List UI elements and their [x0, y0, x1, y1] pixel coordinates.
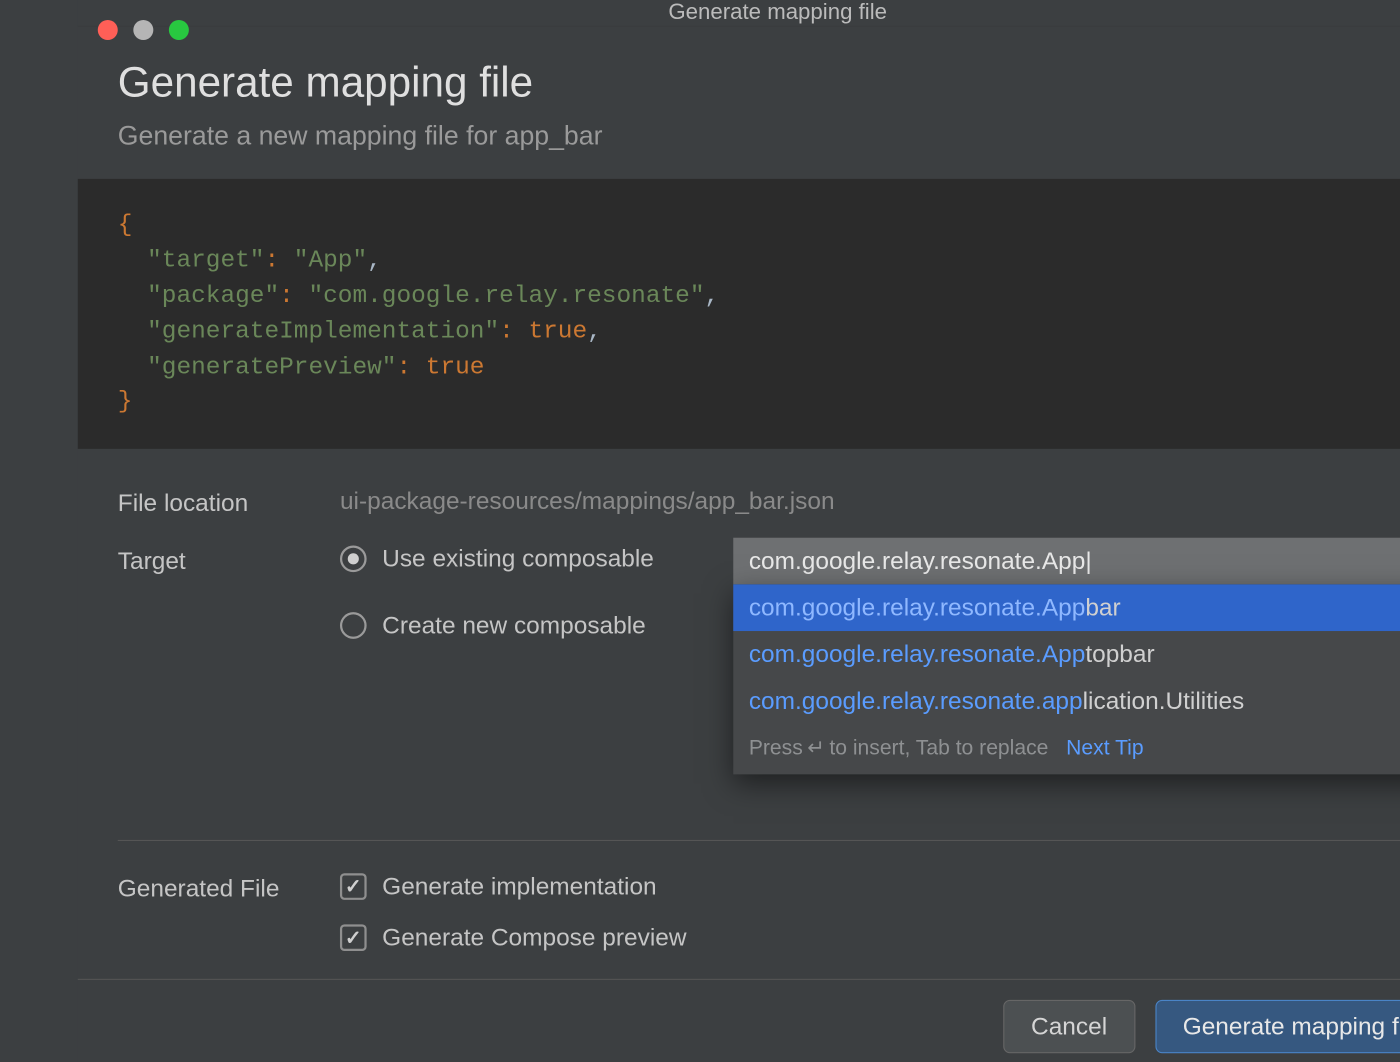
generate-button[interactable]: Generate mapping file	[1155, 1000, 1400, 1053]
dialog-window: Generate mapping file Generate mapping f…	[78, 0, 1400, 1062]
autocomplete-match: com.google.relay.resonate.App	[749, 640, 1086, 668]
autocomplete-hint-prefix: Press	[749, 736, 803, 760]
checkbox-impl-label: Generate implementation	[382, 873, 656, 902]
titlebar: Generate mapping file	[78, 0, 1400, 27]
autocomplete-hint-mid: to insert, Tab to replace	[829, 736, 1048, 760]
target-label: Target	[118, 545, 340, 641]
code-val-genimpl: true	[528, 317, 587, 345]
code-key-package: "package"	[147, 282, 279, 310]
file-location-row: File location ui-package-resources/mappi…	[118, 487, 1400, 518]
checkbox-generate-preview[interactable]: Generate Compose preview	[340, 924, 1400, 953]
code-val-package: "com.google.relay.resonate"	[308, 282, 704, 310]
radio-icon	[340, 613, 367, 640]
autocomplete-popup: com.google.relay.resonate.Appbar com.goo…	[733, 585, 1400, 775]
minimize-icon[interactable]	[133, 20, 153, 40]
generated-file-row: Generated File Generate implementation G…	[118, 873, 1400, 953]
autocomplete-footer: Press ↵ to insert, Tab to replace Next T…	[733, 725, 1400, 775]
checkbox-preview-label: Generate Compose preview	[382, 924, 686, 953]
page-title: Generate mapping file	[118, 60, 1400, 108]
maximize-icon[interactable]	[169, 20, 189, 40]
enter-key-icon: ↵	[807, 736, 825, 762]
target-input-wrap: com.google.relay.resonate.Appbar com.goo…	[733, 538, 1400, 585]
form-area: File location ui-package-resources/mappi…	[78, 449, 1400, 979]
code-val-genprev: true	[426, 353, 485, 381]
close-icon[interactable]	[98, 20, 118, 40]
autocomplete-match: com.google.relay.resonate.app	[749, 687, 1083, 715]
autocomplete-item[interactable]: com.google.relay.resonate.application.Ut…	[733, 678, 1400, 725]
target-input[interactable]	[733, 538, 1400, 585]
page-subtitle: Generate a new mapping file for app_bar	[118, 121, 1400, 152]
next-tip-link[interactable]: Next Tip	[1066, 736, 1143, 760]
divider	[118, 840, 1400, 841]
more-icon[interactable]: ⋯	[1394, 735, 1400, 762]
titlebar-title: Generate mapping file	[668, 0, 887, 26]
file-location-label: File location	[118, 487, 340, 518]
autocomplete-rest: lication.Utilities	[1083, 687, 1245, 715]
checkbox-icon	[340, 925, 367, 952]
window-controls	[98, 20, 189, 40]
cancel-button[interactable]: Cancel	[1003, 1000, 1135, 1053]
code-key-genimpl: "generateImplementation"	[147, 317, 499, 345]
code-key-target: "target"	[147, 247, 264, 275]
radio-existing-label: Use existing composable	[382, 545, 654, 574]
autocomplete-rest: bar	[1085, 594, 1120, 622]
checkbox-generate-implementation[interactable]: Generate implementation	[340, 873, 1400, 902]
target-row: Target Use existing composable Create ne…	[118, 545, 1400, 641]
checkbox-icon	[340, 874, 367, 901]
radio-icon	[340, 546, 367, 573]
generated-file-label: Generated File	[118, 873, 340, 953]
autocomplete-match: com.google.relay.resonate.App	[749, 594, 1086, 622]
dialog-footer: Cancel Generate mapping file	[78, 979, 1400, 1062]
autocomplete-item[interactable]: com.google.relay.resonate.Appbar	[733, 585, 1400, 632]
file-location-value: ui-package-resources/mappings/app_bar.js…	[340, 487, 1400, 518]
radio-new-label: Create new composable	[382, 611, 646, 640]
code-val-target: "App"	[294, 247, 367, 275]
code-key-genprev: "generatePreview"	[147, 353, 396, 381]
autocomplete-item[interactable]: com.google.relay.resonate.Apptopbar	[733, 631, 1400, 678]
dialog-header: Generate mapping file Generate a new map…	[78, 27, 1400, 179]
autocomplete-rest: topbar	[1085, 640, 1154, 668]
code-preview: { "target": "App", "package": "com.googl…	[78, 179, 1400, 449]
